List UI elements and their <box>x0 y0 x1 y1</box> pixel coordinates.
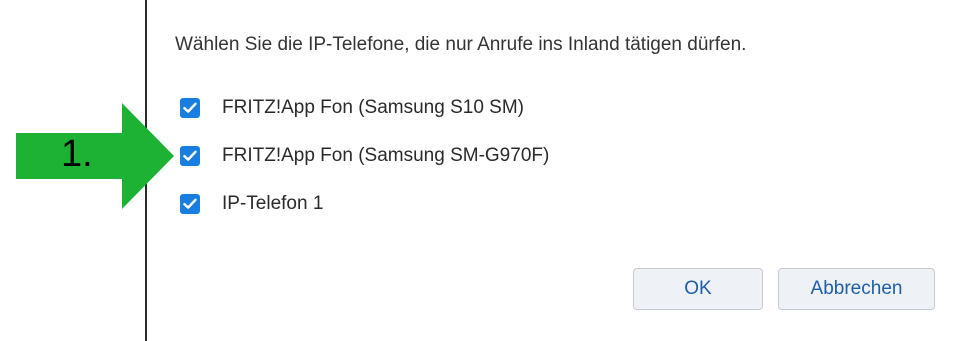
dialog-instruction: Wählen Sie die IP-Telefone, die nur Anru… <box>175 34 747 55</box>
right-arrow-icon <box>16 103 174 209</box>
ok-button[interactable]: OK <box>633 268 763 310</box>
cancel-button[interactable]: Abbrechen <box>778 268 935 310</box>
dialog-page: Wählen Sie die IP-Telefone, die nur Anru… <box>0 0 959 341</box>
step-annotation-arrow: 1. <box>16 103 274 209</box>
step-number-label: 1. <box>61 133 93 175</box>
